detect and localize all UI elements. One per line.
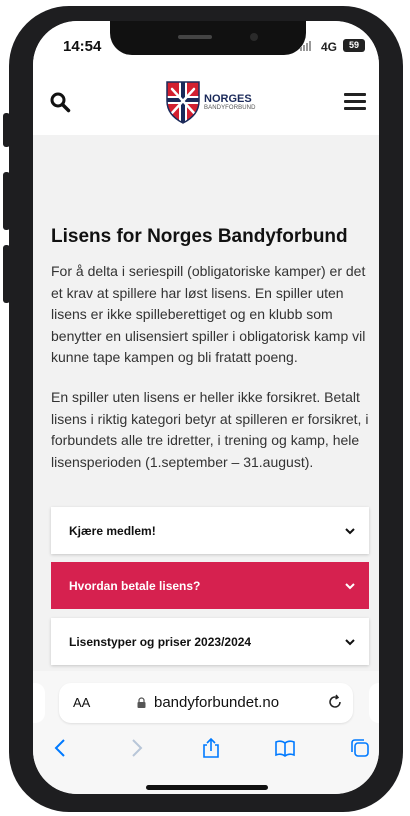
logo-text: NORGES BANDYFORBUND <box>204 92 256 111</box>
accordion-hvordan-betale-lisens[interactable]: Hvordan betale lisens? <box>51 562 369 609</box>
logo-line2: BANDYFORBUND <box>204 104 256 111</box>
phone-side-button <box>3 172 10 230</box>
phone-screen: 14:54 4G 59 NORGES BANDYFORBUND Lisens f… <box>33 21 379 794</box>
forward-icon[interactable] <box>125 737 147 759</box>
bookmarks-icon[interactable] <box>274 737 296 759</box>
next-tab-peek[interactable] <box>369 683 379 723</box>
accordion-kjaere-medlem[interactable]: Kjære medlem! <box>51 507 369 554</box>
front-camera <box>250 33 258 41</box>
text-size-button[interactable]: AA <box>73 695 90 710</box>
phone-side-button <box>3 245 10 303</box>
speaker-grille <box>178 35 212 39</box>
hamburger-menu-icon[interactable] <box>344 93 366 111</box>
accordion-lisenstyper-og-priser[interactable]: Lisenstyper og priser 2023/2024 <box>51 618 369 665</box>
intro-paragraph: For å delta i seriespill (obligatoriske … <box>51 263 366 365</box>
previous-tab-peek[interactable] <box>33 683 45 723</box>
shield-logo-icon <box>166 81 200 124</box>
back-icon[interactable] <box>50 737 72 759</box>
notch <box>110 21 306 55</box>
site-header: NORGES BANDYFORBUND <box>33 71 379 135</box>
network-type: 4G <box>320 40 337 54</box>
chevron-down-icon <box>345 582 355 589</box>
lock-icon <box>137 697 146 708</box>
home-indicator <box>146 785 268 790</box>
accordion-label: Kjære medlem! <box>69 523 156 538</box>
phone-side-button <box>3 113 10 147</box>
battery-icon: 59 <box>343 39 365 52</box>
logo-line1: NORGES <box>204 92 252 105</box>
insurance-paragraph: En spiller uten lisens er heller ikke fo… <box>51 389 369 470</box>
norges-bandyforbund-logo[interactable]: NORGES BANDYFORBUND <box>165 79 256 125</box>
reload-icon[interactable] <box>327 694 343 710</box>
chevron-down-icon <box>345 638 355 645</box>
status-time: 14:54 <box>63 38 102 55</box>
page-title: Lisens for Norges Bandyforbund <box>51 226 348 247</box>
tabs-icon[interactable] <box>349 737 371 759</box>
chevron-down-icon <box>345 527 355 534</box>
search-icon[interactable] <box>49 91 71 113</box>
address-bar[interactable]: AA bandyforbundet.no <box>59 683 353 723</box>
browser-toolbar: AA bandyforbundet.no <box>33 671 379 794</box>
accordion-label: Hvordan betale lisens? <box>69 578 201 593</box>
share-icon[interactable] <box>200 737 222 759</box>
accordion-label: Lisenstyper og priser 2023/2024 <box>69 634 252 649</box>
url-text: bandyforbundet.no <box>154 694 280 711</box>
status-bar: 14:54 4G 59 <box>33 21 379 71</box>
signal-icon <box>300 41 311 51</box>
